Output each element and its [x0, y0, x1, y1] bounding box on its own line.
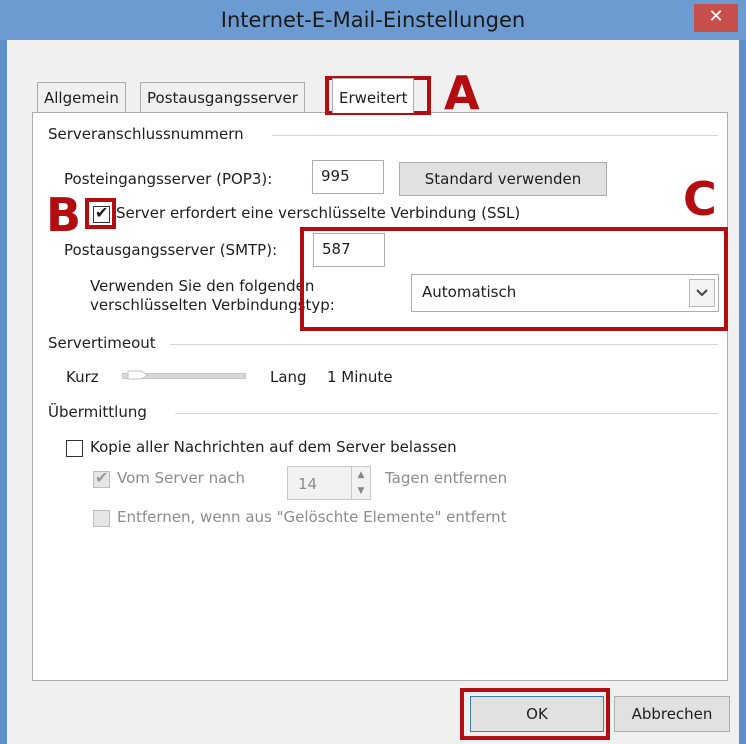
- timeout-value: 1 Minute: [327, 368, 393, 386]
- spin-down-icon[interactable]: ▼: [351, 483, 370, 499]
- timeout-short-label: Kurz: [66, 368, 99, 386]
- smtp-label: Postausgangsserver (SMTP):: [64, 241, 278, 259]
- remove-deleted-label: Entfernen, wenn aus "Gelöschte Elemente"…: [117, 508, 507, 526]
- keep-copy-label: Kopie aller Nachrichten auf dem Server b…: [90, 438, 457, 456]
- tab-panel: [32, 112, 728, 681]
- window-title: Internet-E-Mail-Einstellungen: [220, 8, 526, 32]
- cancel-button[interactable]: Abbrechen: [614, 696, 730, 732]
- annotation-box-ok: [460, 688, 610, 740]
- annotation-letter-a: A: [444, 66, 480, 120]
- tab-postausgangsserver[interactable]: Postausgangsserver: [140, 82, 305, 113]
- ssl-label: Server erfordert eine verschlüsselte Ver…: [116, 204, 521, 222]
- group-divider: [170, 344, 718, 345]
- days-spinner[interactable]: 14 ▲ ▼: [287, 466, 371, 500]
- remove-deleted-checkbox[interactable]: [93, 510, 110, 527]
- group-delivery-label: Übermittlung: [48, 403, 147, 421]
- timeout-long-label: Lang: [270, 368, 307, 386]
- slider-thumb[interactable]: [127, 370, 149, 380]
- conn-type-label-line2: verschlüsselten Verbindungstyp:: [90, 296, 335, 314]
- remove-after-checkbox[interactable]: ✔: [93, 468, 110, 488]
- annotation-box-b: [85, 198, 116, 229]
- tab-allgemein[interactable]: Allgemein: [37, 82, 126, 113]
- close-button[interactable]: ✕: [694, 4, 738, 32]
- remove-after-label: Vom Server nach: [117, 469, 246, 487]
- dialog-window: Internet-E-Mail-Einstellungen ✕ Allgemei…: [0, 0, 746, 744]
- annotation-letter-b: B: [46, 188, 82, 242]
- group-server-ports-label: Serveranschlussnummern: [48, 125, 244, 143]
- days-label: Tagen entfernen: [385, 469, 508, 487]
- tab-erweitert[interactable]: Erweitert: [332, 78, 415, 113]
- group-divider: [175, 413, 718, 414]
- pop3-port-input[interactable]: 995: [312, 160, 384, 194]
- group-divider: [272, 135, 718, 136]
- annotation-box-c: [300, 227, 728, 331]
- annotation-letter-c: C: [683, 172, 717, 226]
- keep-copy-checkbox[interactable]: [66, 440, 83, 457]
- group-timeout-label: Servertimeout: [48, 334, 156, 352]
- pop3-label: Posteingangsserver (POP3):: [64, 170, 273, 188]
- conn-type-label-line1: Verwenden Sie den folgenden: [90, 277, 315, 295]
- spin-up-icon[interactable]: ▲: [351, 467, 370, 483]
- days-value: 14: [298, 475, 318, 493]
- title-bar[interactable]: Internet-E-Mail-Einstellungen ✕: [0, 0, 746, 40]
- checkmark-icon: ✔: [95, 468, 109, 487]
- default-ports-button[interactable]: Standard verwenden: [399, 162, 607, 196]
